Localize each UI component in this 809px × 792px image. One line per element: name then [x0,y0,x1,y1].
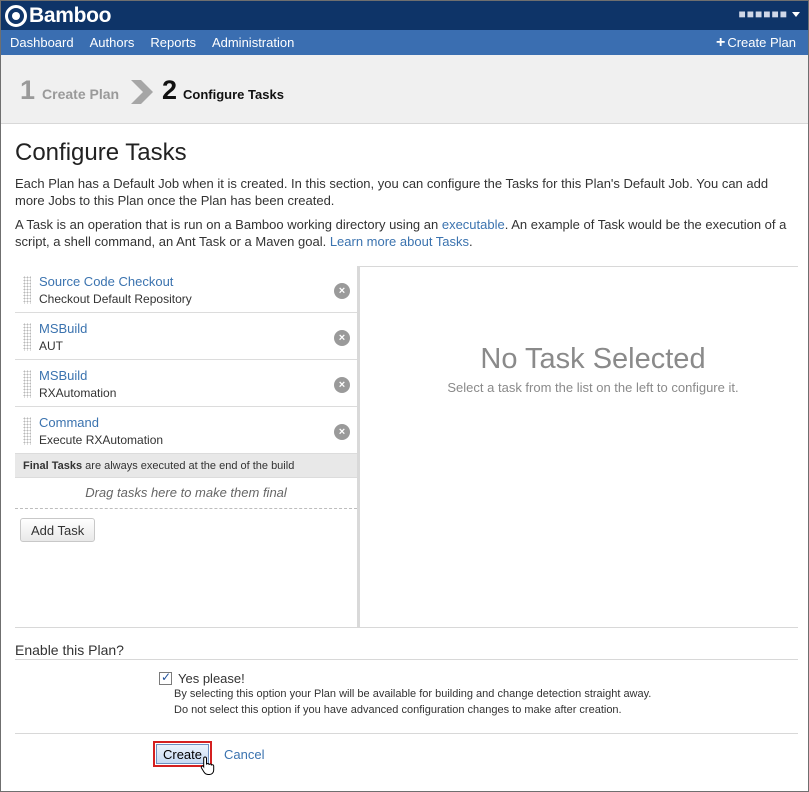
nav-authors[interactable]: Authors [82,30,143,55]
create-plan-link[interactable]: + Create Plan [716,30,796,55]
bamboo-logo-icon [5,5,27,27]
step-label: Configure Tasks [183,87,284,102]
task-description: Checkout Default Repository [39,292,192,306]
task-list-panel: Source Code Checkout Checkout Default Re… [15,266,360,627]
step-configure-tasks: 2 Configure Tasks [162,75,284,106]
final-tasks-dropzone[interactable]: Drag tasks here to make them final [15,478,357,509]
divider [15,659,798,660]
create-plan-label: Create Plan [727,35,796,50]
executable-link[interactable]: executable [442,217,505,232]
nav-administration[interactable]: Administration [204,30,302,55]
task-item[interactable]: MSBuild RXAutomation × [15,360,357,407]
plus-icon: + [716,34,726,51]
task-item[interactable]: Source Code Checkout Checkout Default Re… [15,266,357,313]
task-item[interactable]: Command Execute RXAutomation × [15,407,357,454]
remove-task-icon[interactable]: × [334,377,350,393]
intro-paragraph: Each Plan has a Default Job when it is c… [15,176,769,208]
final-tasks-label: Final Tasks [23,460,83,472]
chevron-right-icon [131,80,153,104]
final-tasks-header: Final Tasks are always executed at the e… [15,454,357,478]
task-name[interactable]: MSBuild [39,321,87,336]
step-create-plan: 1 Create Plan [20,75,119,106]
task-description: Execute RXAutomation [39,433,164,447]
nav-dashboard[interactable]: Dashboard [1,30,82,55]
task-description: RXAutomation [39,386,117,400]
divider [15,733,798,734]
user-menu[interactable]: ■■■■■■ [738,7,800,21]
intro-text: A Task is an operation that is run on a … [15,217,442,232]
enable-plan-checkbox[interactable] [159,670,172,685]
wizard-steps: 1 Create Plan 2 Configure Tasks [1,55,808,124]
final-tasks-note: are always executed at the end of the bu… [82,460,295,472]
step-number: 1 [20,75,36,105]
nav-reports[interactable]: Reports [142,30,204,55]
task-description: AUT [39,339,63,353]
task-name[interactable]: MSBuild [39,368,87,383]
enable-plan-row: Yes please! [159,670,245,686]
learn-more-tasks-link[interactable]: Learn more about Tasks [330,234,469,249]
enable-plan-help: By selecting this option your Plan will … [174,688,652,700]
enable-plan-help: Do not select this option if you have ad… [174,704,622,716]
remove-task-icon[interactable]: × [334,424,350,440]
no-task-subtitle: Select a task from the list on the left … [447,380,739,395]
cancel-link[interactable]: Cancel [224,747,264,762]
task-description-paragraph: A Task is an operation that is run on a … [15,216,800,250]
enable-plan-title: Enable this Plan? [15,642,124,658]
drag-handle-icon[interactable] [23,370,31,398]
intro-text: . [469,234,473,249]
task-config-panel: No Task Selected Select a task from the … [363,266,808,627]
task-item[interactable]: MSBuild AUT × [15,313,357,360]
chevron-down-icon [792,11,800,17]
divider [15,627,798,628]
hand-cursor-icon [200,756,215,775]
no-task-title: No Task Selected [480,343,706,375]
step-label: Create Plan [42,86,120,102]
bamboo-logo[interactable]: Bamboo [5,4,112,28]
remove-task-icon[interactable]: × [334,330,350,346]
browser-window: Bamboo ■■■■■■ Dashboard Authors Reports … [0,0,809,792]
user-name: ■■■■■■ [738,7,788,21]
add-task-button[interactable]: Add Task [20,518,96,542]
task-name[interactable]: Command [39,415,99,430]
enable-plan-label[interactable]: Yes please! [178,671,245,686]
drag-handle-icon[interactable] [23,276,31,304]
drag-handle-icon[interactable] [23,323,31,351]
task-name[interactable]: Source Code Checkout [39,274,173,289]
top-bar: Bamboo ■■■■■■ [1,1,808,30]
remove-task-icon[interactable]: × [334,283,350,299]
main-nav: Dashboard Authors Reports Administration… [1,30,808,55]
drag-handle-icon[interactable] [23,417,31,445]
page-title: Configure Tasks [15,139,187,166]
app-name: Bamboo [29,4,112,27]
step-number: 2 [162,75,178,105]
